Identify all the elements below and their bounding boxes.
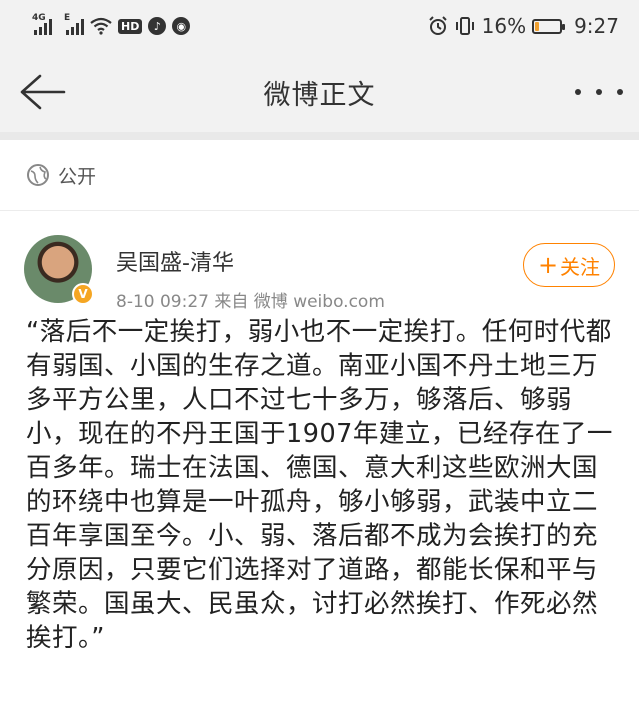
clock: 9:27 [574, 14, 619, 38]
battery-fill [535, 21, 540, 31]
avatar[interactable]: V [24, 235, 94, 305]
follow-button[interactable]: + 关注 [523, 243, 615, 287]
back-arrow-icon [20, 74, 66, 110]
wifi-icon [90, 17, 112, 35]
section-divider [0, 132, 639, 140]
more-dot-icon [617, 89, 623, 95]
back-button[interactable] [18, 72, 66, 112]
audio-app-icon: ◉ [172, 17, 191, 35]
hd-icon: HD [118, 18, 143, 34]
signal-2-icon: E [64, 13, 84, 35]
nav-bar: 微博正文 [0, 52, 639, 132]
battery-icon [532, 18, 566, 34]
signal-icon: 4G [32, 13, 52, 35]
author-name[interactable]: 吴国盛-清华 [116, 245, 234, 277]
post-body-text: “落后不一定挨打，弱小也不一定挨打。任何时代都有弱国、小国的生存之道。南亚小国不… [26, 317, 613, 653]
page-title: 微博正文 [263, 79, 376, 111]
sim2-label: E [64, 13, 71, 23]
visibility-label: 公开 [58, 165, 97, 188]
more-dot-icon [575, 89, 581, 95]
tiktok-icon: ♪ [148, 17, 167, 35]
verified-badge-icon: V [72, 283, 94, 305]
more-options-button[interactable] [575, 74, 623, 110]
battery-percent: 16% [481, 14, 527, 38]
sim1-label: 4G [32, 13, 46, 23]
alarm-icon [428, 16, 447, 35]
status-left: 4G E HD ♪ ◉ [32, 13, 191, 35]
plus-icon: + [537, 251, 559, 279]
more-dot-icon [596, 89, 602, 95]
status-bar: 4G E HD ♪ ◉ 16% 9:27 [0, 0, 639, 52]
post-meta: 8-10 09:27 来自 微博 weibo.com [116, 292, 385, 312]
vibrate-icon [455, 17, 474, 35]
follow-label: 关注 [560, 254, 601, 279]
status-right: 16% 9:27 [428, 14, 619, 38]
globe-icon [27, 164, 49, 186]
author-row: V 吴国盛-清华 8-10 09:27 来自 微博 weibo.com + 关注 [0, 211, 639, 312]
visibility-row: 公开 [0, 140, 639, 211]
